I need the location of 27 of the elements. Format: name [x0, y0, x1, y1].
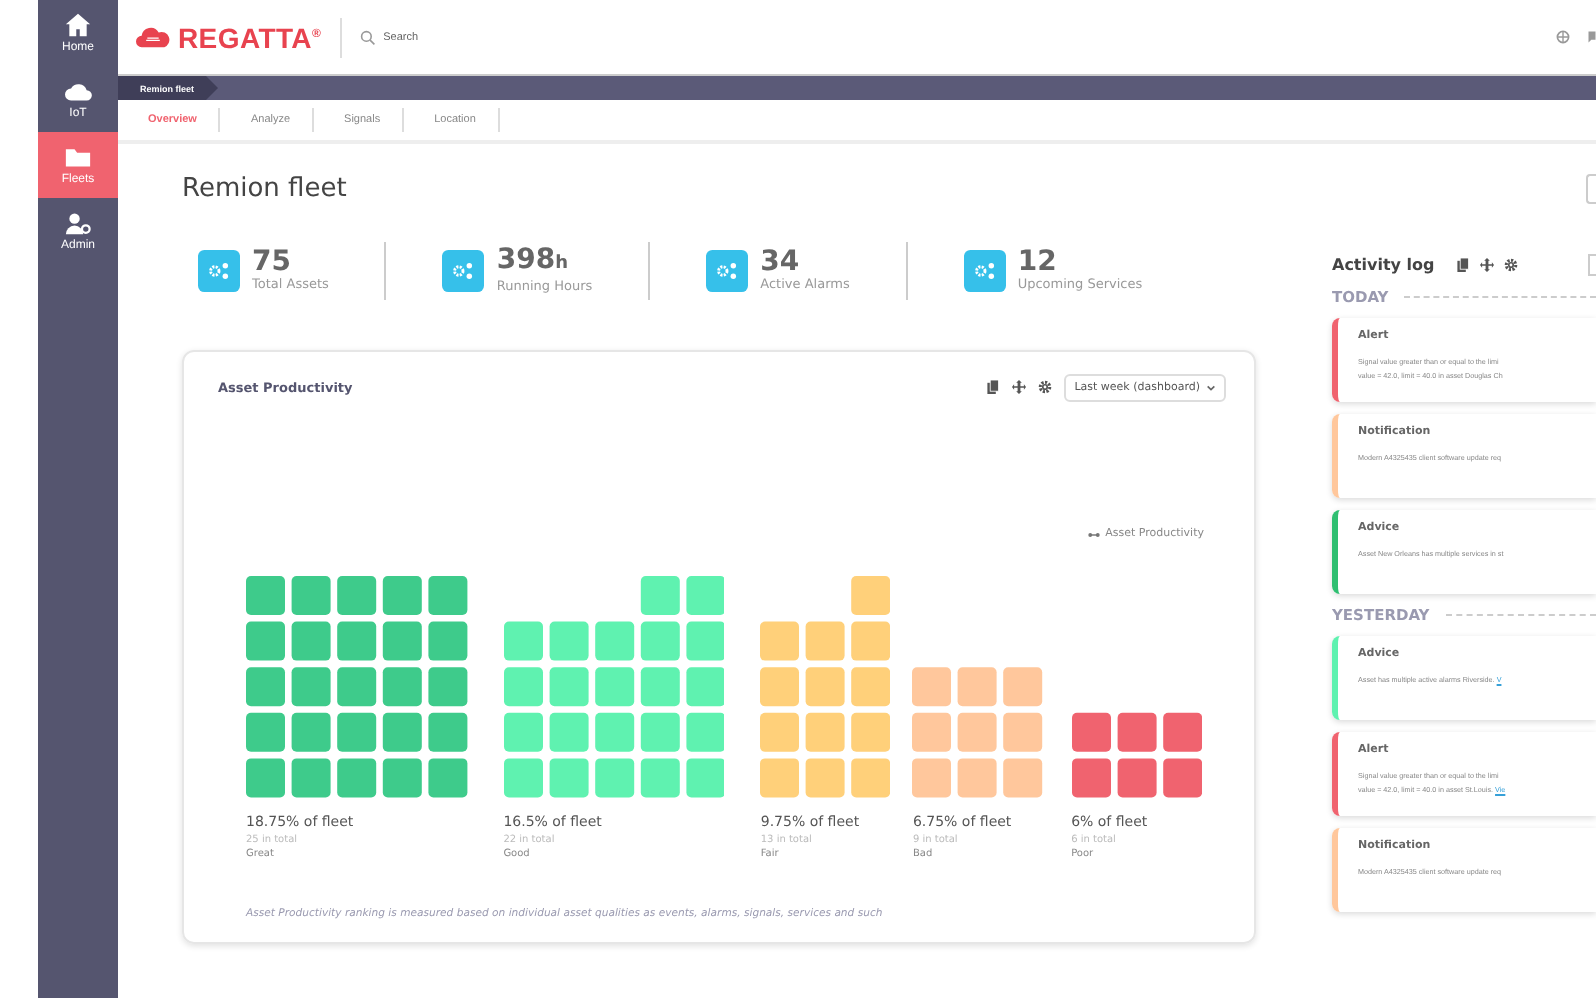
stat-value: 75 [252, 249, 293, 275]
caret-icon [1206, 383, 1216, 391]
globe-icon[interactable] [1556, 30, 1570, 44]
user-gear-icon [64, 210, 92, 236]
settings-icon[interactable] [1504, 258, 1519, 272]
brand-name: REGATTA$^{®}$ [178, 21, 322, 53]
home-icon [64, 12, 92, 38]
move-icon[interactable] [1012, 380, 1027, 394]
panel-title: Activity log [1332, 256, 1435, 274]
stat-value: 12 [1017, 249, 1059, 275]
stat-value: 398h [496, 247, 571, 277]
cloud-logo-icon [136, 26, 170, 48]
page-title: Remion fleet [182, 173, 347, 203]
gears-icon [706, 249, 749, 291]
move-icon[interactable] [1480, 258, 1495, 272]
gears-icon [963, 249, 1006, 291]
folder-icon [64, 144, 92, 170]
search-icon [359, 29, 376, 45]
settings-icon[interactable] [1038, 380, 1053, 394]
gears-icon [198, 249, 240, 291]
cloud-icon [64, 78, 92, 104]
copy-icon[interactable] [986, 380, 1001, 394]
gears-icon [442, 249, 485, 291]
legend-marker-icon [1087, 531, 1100, 537]
chat-icon[interactable] [1588, 30, 1596, 44]
stat-value: 34 [760, 249, 802, 275]
copy-icon[interactable] [1456, 258, 1471, 272]
